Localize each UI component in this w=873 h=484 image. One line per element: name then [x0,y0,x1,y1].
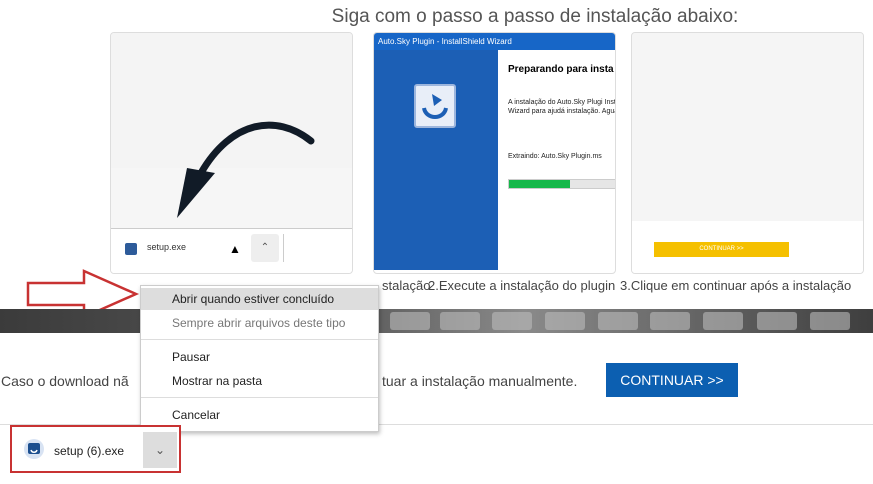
step3-footer: CONTINUAR >> [632,221,863,273]
manual-text-left: Caso o download nã [1,373,129,389]
installshield-sidebar [374,50,498,270]
installshield-content: Preparando para insta A instalação do Au… [498,50,615,270]
keyboard-key [703,312,743,330]
menu-item-cancel[interactable]: Cancelar [141,404,378,426]
keyboard-key [440,312,480,330]
keyboard-key [810,312,850,330]
step3-card: CONTINUAR >> [631,32,864,274]
keyboard-key [757,312,797,330]
continue-button[interactable]: CONTINUAR >> [606,363,738,397]
divider [283,234,284,262]
installshield-title: Auto.Sky Plugin - InstallShield Wizard [374,33,615,50]
caption-step1: stalação [382,278,431,293]
keyboard-key [390,312,430,330]
caption-step3: 3.Clique em continuar após a instalação [620,278,852,293]
page-heading: Siga com o passo a passo de instalação a… [331,6,739,27]
step1-file-name: setup.exe [147,242,187,252]
step3-continue-button: CONTINUAR >> [654,242,789,257]
menu-item-open-when-done[interactable]: Abrir quando estiver concluído [141,288,378,310]
installshield-extracting: Extraindo: Auto.Sky Plugin.ms [508,153,602,160]
menu-separator [141,339,378,340]
keyboard-key [492,312,532,330]
download-context-menu: Abrir quando estiver concluído Sempre ab… [140,285,379,432]
installshield-progress-bar [508,179,615,189]
file-icon [125,243,137,255]
download-file-name: setup (6).exe [54,444,125,458]
curved-arrow-icon [177,121,315,218]
installshield-body: A instalação do Auto.Sky Plugi InstallSh… [508,99,616,115]
manual-text-right: tuar a instalação manualmente. [382,373,578,389]
caption-step2: 2.Execute a instalação do plugin [428,278,616,293]
menu-item-show-in-folder[interactable]: Mostrar na pasta [141,370,378,392]
step3-screenshot-area [632,33,863,221]
progress-fill [509,180,571,188]
keyboard-key [545,312,585,330]
keyboard-key [650,312,690,330]
chevron-up-icon: ⌃ [251,234,279,262]
download-item[interactable]: setup (6).exe ⌄ [10,425,181,473]
installshield-heading: Preparando para insta [508,64,614,75]
step1-card: setup.exe ▲ ⌃ [110,32,353,274]
menu-item-pause[interactable]: Pausar [141,346,378,368]
menu-item-always-open[interactable]: Sempre abrir arquivos deste tipo [141,312,378,334]
setup-file-icon [24,439,44,459]
menu-separator [141,397,378,398]
step2-card: Auto.Sky Plugin - InstallShield Wizard P… [373,32,616,274]
cursor-icon: ▲ [229,242,241,256]
chevron-down-icon[interactable]: ⌄ [143,432,177,468]
installshield-logo-icon [414,84,456,128]
keyboard-key [598,312,638,330]
